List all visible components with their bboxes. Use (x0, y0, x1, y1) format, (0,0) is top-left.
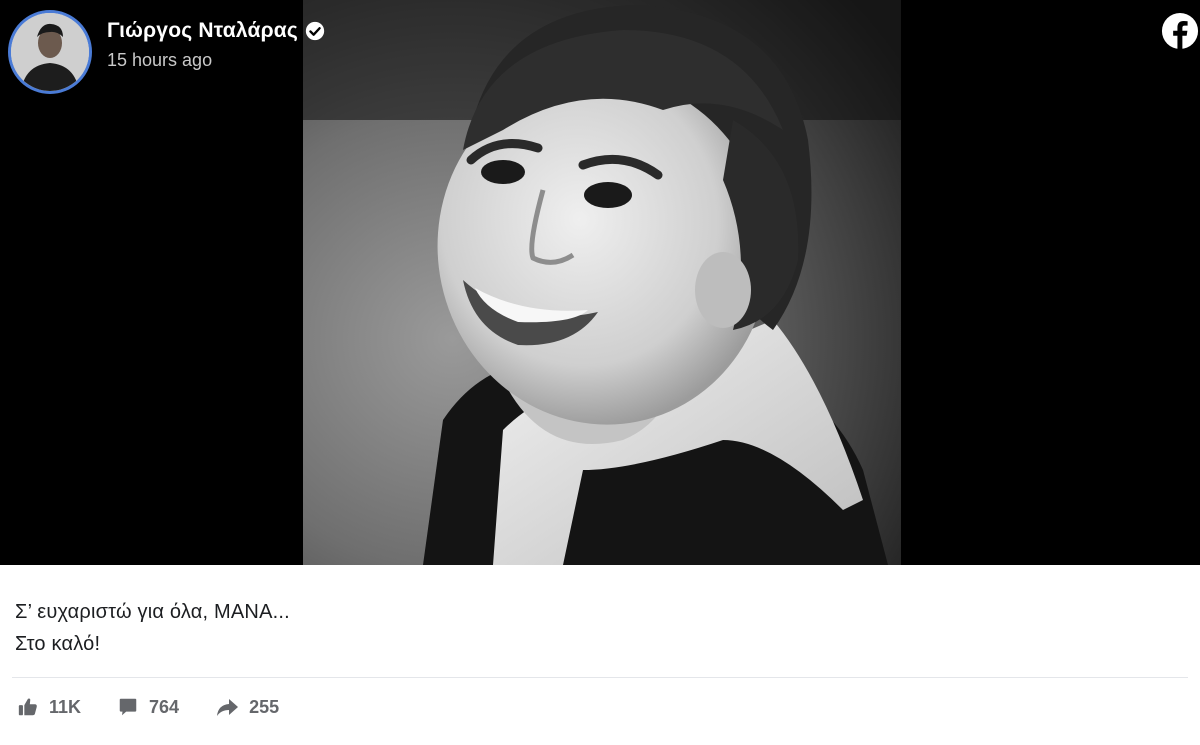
comments-stat[interactable]: 764 (117, 696, 179, 718)
caption-line: Στο καλό! (15, 633, 101, 655)
caption-line: Σ’ ευχαριστώ για όλα, ΜΑΝΑ... (15, 601, 290, 623)
likes-count: 11K (49, 696, 82, 717)
post-caption: Σ’ ευχαριστώ για όλα, ΜΑΝΑ... Στο καλό! (15, 596, 290, 660)
shares-count: 255 (249, 696, 280, 717)
share-arrow-icon (217, 699, 239, 716)
likes-stat[interactable]: 11K (17, 696, 81, 718)
author-avatar[interactable] (8, 10, 92, 94)
author-line: Γιώργος Νταλάρας (107, 19, 326, 43)
avatar-image (11, 13, 89, 91)
thumbs-up-icon (18, 698, 37, 716)
shares-stat[interactable]: 255 (215, 696, 279, 718)
author-info: Γιώργος Νταλάρας 15 hours ago (107, 19, 326, 71)
comments-count: 764 (149, 696, 180, 717)
post-header: Γιώργος Νταλάρας 15 hours ago (8, 10, 326, 94)
facebook-logo-icon[interactable] (1161, 12, 1199, 50)
author-name[interactable]: Γιώργος Νταλάρας (107, 19, 298, 43)
engagement-bar: 11K 764 255 (17, 696, 315, 718)
divider (12, 677, 1188, 678)
portrait-image (303, 0, 901, 565)
comment-bubble-icon (119, 698, 137, 716)
verified-badge-icon (305, 21, 325, 41)
post-media[interactable]: Γιώργος Νταλάρας 15 hours ago (0, 0, 1200, 565)
post-timestamp[interactable]: 15 hours ago (107, 50, 326, 71)
post-photo[interactable] (303, 0, 901, 565)
